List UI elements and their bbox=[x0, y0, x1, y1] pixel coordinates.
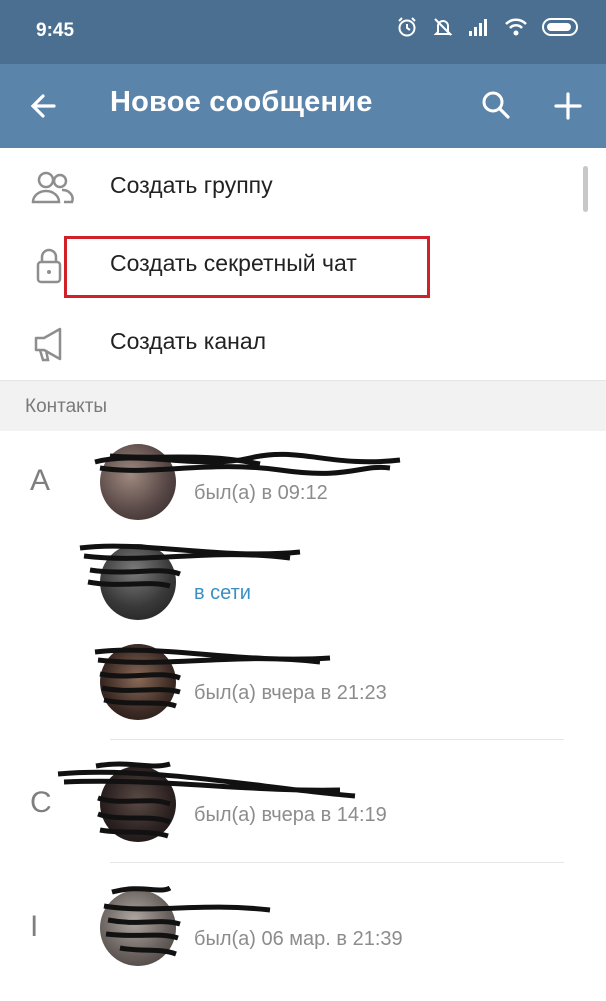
plus-icon[interactable] bbox=[550, 88, 586, 124]
avatar bbox=[100, 644, 176, 720]
arrow-back-icon[interactable] bbox=[26, 88, 62, 124]
contact-row[interactable]: A был(а) в 09:12 bbox=[0, 430, 606, 530]
create-channel-label: Создать канал bbox=[110, 328, 267, 354]
avatar bbox=[100, 444, 176, 520]
index-letter: C bbox=[30, 786, 52, 819]
status-bar: 9:45 bbox=[0, 0, 606, 64]
scrollbar-thumb[interactable] bbox=[583, 166, 588, 212]
contact-status: был(а) 06 мар. в 21:39 bbox=[194, 928, 403, 950]
megaphone-icon bbox=[30, 324, 74, 364]
create-group-label: Создать группу bbox=[110, 172, 273, 198]
avatar bbox=[100, 544, 176, 620]
contact-status: в сети bbox=[194, 582, 251, 604]
redaction-scribble bbox=[94, 647, 331, 709]
divider bbox=[110, 739, 564, 740]
status-time: 9:45 bbox=[36, 20, 75, 41]
page-title: Новое сообщение bbox=[110, 86, 373, 118]
contact-row[interactable]: в сети bbox=[0, 530, 606, 630]
create-group-item[interactable]: Создать группу bbox=[0, 148, 606, 226]
avatar bbox=[100, 890, 176, 966]
highlight-box bbox=[64, 236, 430, 298]
signal-icon bbox=[468, 17, 490, 42]
contact-status: был(а) вчера в 14:19 bbox=[194, 804, 387, 826]
create-channel-item[interactable]: Создать канал bbox=[0, 304, 606, 382]
index-letter: I bbox=[30, 910, 39, 943]
redaction-scribble bbox=[79, 543, 301, 589]
contacts-header-label: Контакты bbox=[25, 396, 108, 417]
contact-row[interactable]: был(а) вчера в 21:23 bbox=[0, 630, 606, 740]
index-letter: A bbox=[30, 464, 51, 497]
status-icons bbox=[396, 16, 580, 43]
contact-status: был(а) вчера в 21:23 bbox=[194, 682, 387, 704]
contact-status: был(а) в 09:12 bbox=[194, 482, 328, 504]
avatar bbox=[100, 766, 176, 842]
redaction-scribble bbox=[103, 885, 271, 957]
battery-icon bbox=[542, 17, 580, 42]
divider bbox=[110, 862, 564, 863]
contact-row[interactable]: I был(а) 06 мар. в 21:39 bbox=[0, 876, 606, 976]
group-icon bbox=[30, 168, 74, 208]
mute-icon bbox=[432, 16, 454, 43]
app-bar: Новое сообщение bbox=[0, 64, 606, 148]
wifi-icon bbox=[504, 17, 528, 42]
contact-row[interactable]: C был(а) вчера в 14:19 bbox=[0, 752, 606, 863]
search-icon[interactable] bbox=[478, 88, 514, 124]
contacts-section-header: Контакты bbox=[0, 380, 606, 431]
redaction-scribble bbox=[57, 761, 356, 839]
alarm-icon bbox=[396, 16, 418, 43]
redaction-scribble bbox=[94, 451, 401, 476]
